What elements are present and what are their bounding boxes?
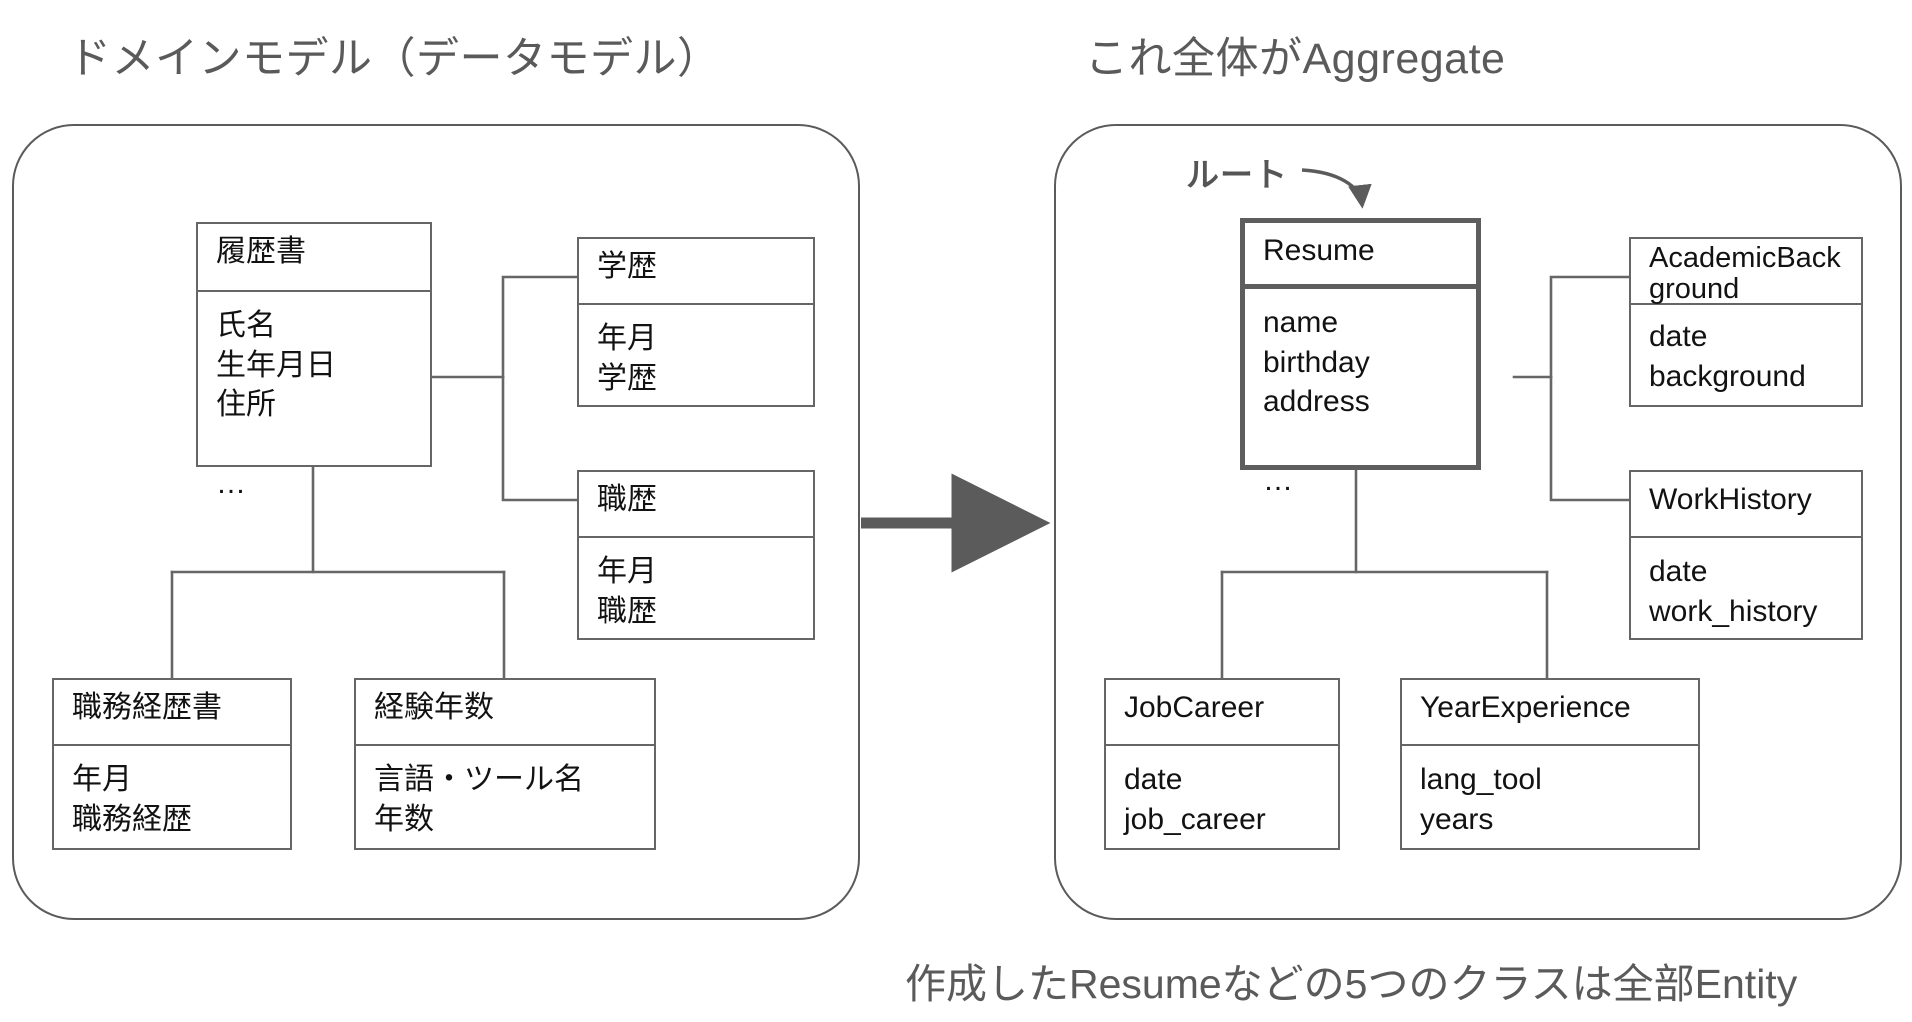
class-attributes-keikennensuu: 言語・ツール名 年数 xyxy=(374,763,584,836)
class-name-academicbackground: AcademicBack ground xyxy=(1631,239,1861,305)
class-attributes-resume: name birthday address … xyxy=(1263,306,1370,498)
class-name-resume: Resume xyxy=(1245,223,1476,289)
class-attributes-workhistory: date work_history xyxy=(1649,555,1818,628)
class-box-keikennensuu: 経験年数 言語・ツール名 年数 xyxy=(354,678,656,850)
class-attributes-academicbackground: date background xyxy=(1649,320,1806,393)
class-name-rirekisho: 履歴書 xyxy=(198,224,430,292)
class-attributes-rirekisho: 氏名 生年月日 住所 … xyxy=(216,309,336,501)
class-box-jobcareer: JobCareer date job_career xyxy=(1104,678,1340,850)
class-attributes-jobcareer: date job_career xyxy=(1124,763,1266,836)
root-annotation-label: ルート xyxy=(1186,156,1288,193)
class-box-workhistory: WorkHistory date work_history xyxy=(1629,470,1863,640)
class-name-yearexperience: YearExperience xyxy=(1402,680,1698,746)
class-name-gakureki: 学歴 xyxy=(579,239,813,305)
class-box-yearexperience: YearExperience lang_tool years xyxy=(1400,678,1700,850)
class-box-rirekisho: 履歴書 氏名 生年月日 住所 … xyxy=(196,222,432,500)
right-panel-title: これ全体がAggregate xyxy=(1085,35,1506,83)
class-attributes-shokumukeirekisho: 年月 職務経歴 xyxy=(72,763,192,836)
class-name-keikennensuu: 経験年数 xyxy=(356,680,654,746)
class-name-jobcareer: JobCareer xyxy=(1106,680,1338,746)
class-box-academicbackground: AcademicBack ground date background xyxy=(1629,237,1863,407)
class-attributes-yearexperience: lang_tool years xyxy=(1420,763,1542,836)
class-attributes-gakureki: 年月 学歴 xyxy=(597,322,657,395)
left-panel-title: ドメインモデル（データモデル） xyxy=(68,35,721,83)
class-box-shokureki: 職歴 年月 職歴 xyxy=(577,470,815,640)
class-attributes-shokureki: 年月 職歴 xyxy=(597,555,657,628)
class-name-shokureki: 職歴 xyxy=(579,472,813,538)
class-name-workhistory: WorkHistory xyxy=(1631,472,1861,538)
class-name-shokumukeirekisho: 職務経歴書 xyxy=(54,680,290,746)
class-box-resume: Resume name birthday address … xyxy=(1240,218,1481,497)
class-box-shokumukeirekisho: 職務経歴書 年月 職務経歴 xyxy=(52,678,292,850)
diagram-caption: 作成したResumeなどの5つのクラスは全部Entity xyxy=(905,961,1798,1007)
diagram-canvas: ドメインモデル（データモデル） これ全体がAggregate ルート 履歴書 氏… xyxy=(0,0,1912,1022)
class-box-gakureki: 学歴 年月 学歴 xyxy=(577,237,815,407)
